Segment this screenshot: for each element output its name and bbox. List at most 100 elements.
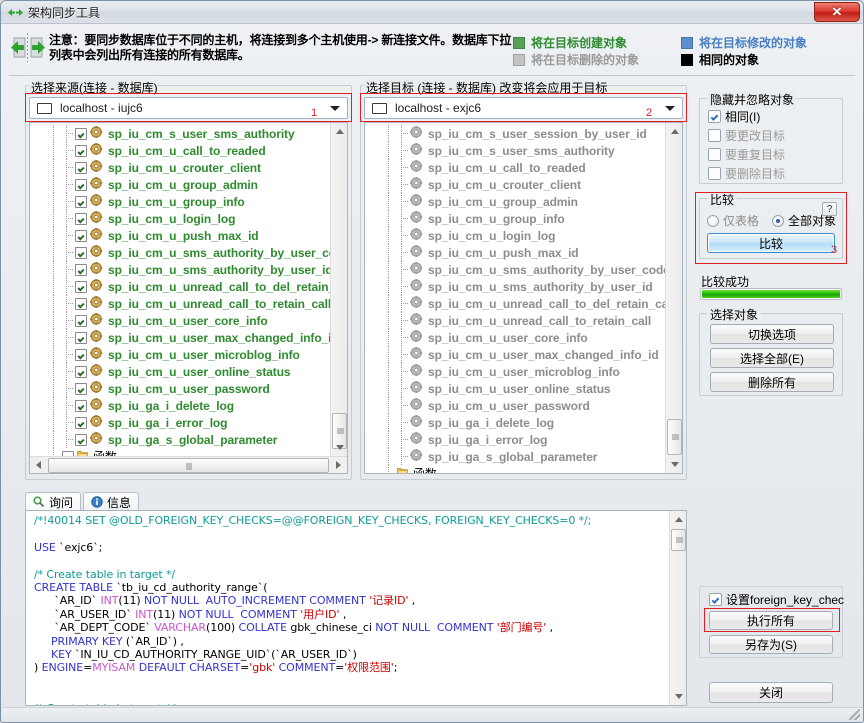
tree-item[interactable]: sp_iu_ga_i_delete_log [30,397,330,414]
tree-item-checkbox[interactable] [75,280,87,293]
source-tree-items[interactable]: sp_iu_cm_s_user_sms_authority sp_iu_cm_u_… [30,123,330,473]
resize-grip[interactable] [849,709,860,720]
target-vertical-scrollbar[interactable] [665,123,682,473]
tree-item[interactable]: sp_iu_cm_u_login_log [365,227,665,244]
tree-item[interactable]: sp_iu_cm_u_user_max_changed_info_id [365,346,665,363]
radio-all-objects-box[interactable] [772,214,785,227]
tree-item[interactable]: sp_iu_cm_u_user_microblog_info [365,363,665,380]
source-tree[interactable]: sp_iu_cm_s_user_sms_authority sp_iu_cm_u_… [29,122,348,474]
tree-item[interactable]: sp_iu_cm_u_unread_call_to_del_retain_cal… [365,295,665,312]
sql-code[interactable]: /*!40014 SET @OLD_FOREIGN_KEY_CHECKS=@@F… [26,511,669,705]
tree-item-checkbox[interactable] [75,246,87,259]
target-tree-items[interactable]: sp_iu_cm_s_user_session_by_user_id sp_iu_… [365,123,665,473]
chevron-down-icon[interactable] [665,105,675,111]
checkbox-delete-target[interactable]: 要删除目标 [700,164,842,182]
tree-item[interactable]: sp_iu_cm_u_group_admin [365,193,665,210]
tree-item[interactable]: sp_iu_cm_u_unread_call_to_retain_call [365,312,665,329]
tree-item-checkbox[interactable] [75,212,87,225]
tree-item[interactable]: sp_iu_ga_i_delete_log [365,414,665,431]
tree-item[interactable]: sp_iu_cm_u_login_log [30,210,330,227]
tree-item-checkbox[interactable] [75,382,87,395]
tree-item[interactable]: sp_iu_cm_u_unread_call_to_retain_call [30,295,330,312]
tree-item-checkbox[interactable] [75,348,87,361]
scroll-left-icon[interactable] [30,457,47,474]
tree-item-checkbox[interactable] [75,127,87,140]
tree-item[interactable]: sp_iu_cm_u_user_core_info [30,312,330,329]
tree-item[interactable]: sp_iu_cm_u_user_password [365,397,665,414]
tree-item[interactable]: 函数 [365,465,665,473]
tree-item[interactable]: sp_iu_cm_u_push_max_id [30,227,330,244]
tree-item-checkbox[interactable] [75,195,87,208]
fk-checks-checkbox[interactable]: 设置foreign_key_checks = 0 [701,590,844,608]
source-horizontal-scrollbar[interactable] [30,456,347,473]
tree-item[interactable]: sp_iu_cm_s_user_session_by_user_id [365,125,665,142]
compare-button[interactable]: 比较 [707,233,835,253]
tab-info[interactable]: 信息 [83,492,140,511]
tree-item[interactable]: sp_iu_ga_s_global_parameter [30,431,330,448]
scroll-up-icon[interactable] [666,123,682,140]
tree-item[interactable]: sp_iu_cm_u_call_to_readed [30,142,330,159]
tree-item[interactable]: sp_iu_cm_u_sms_authority_by_user_id [30,261,330,278]
tree-item-checkbox[interactable] [75,178,87,191]
tree-item[interactable]: sp_iu_cm_u_user_online_status [30,363,330,380]
source-database-combo[interactable]: localhost - iujc6 [29,97,348,119]
tree-item[interactable]: sp_iu_cm_u_sms_authority_by_user_id [365,278,665,295]
tree-item[interactable]: sp_iu_cm_u_crouter_client [30,159,330,176]
tab-query[interactable]: 询问 [25,492,82,511]
scroll-up-icon[interactable] [670,511,686,528]
tree-item[interactable]: sp_iu_cm_s_user_sms_authority [30,125,330,142]
checkbox-delete-target-box[interactable] [708,166,721,180]
scroll-up-icon[interactable] [331,123,347,140]
target-scroll-thumb[interactable] [667,419,682,455]
tree-item[interactable]: sp_iu_cm_u_group_admin [30,176,330,193]
radio-tables-only-box[interactable] [707,214,719,227]
chevron-down-icon[interactable] [330,105,340,111]
tree-item-checkbox[interactable] [75,365,87,378]
sql-scroll-thumb[interactable] [671,529,686,551]
source-hscroll-thumb[interactable] [48,457,329,473]
checkbox-same-box[interactable] [708,109,721,123]
tree-item-checkbox[interactable] [75,263,87,276]
tree-item[interactable]: sp_iu_cm_u_group_info [30,193,330,210]
tree-item[interactable]: sp_iu_cm_u_sms_authority_by_user_code [365,261,665,278]
sql-editor[interactable]: /*!40014 SET @OLD_FOREIGN_KEY_CHECKS=@@F… [25,510,687,706]
help-button[interactable]: ? [822,202,837,216]
tree-item[interactable]: sp_iu_ga_s_global_parameter [365,448,665,465]
tree-item[interactable]: sp_iu_cm_u_push_max_id [365,244,665,261]
tree-item[interactable]: sp_iu_cm_u_unread_call_to_del_retain_cal… [30,278,330,295]
tree-item[interactable]: sp_iu_cm_u_crouter_client [365,176,665,193]
checkbox-duplicate-target[interactable]: 要重复目标 [700,145,842,163]
scroll-down-icon[interactable] [666,456,682,473]
tree-item[interactable]: sp_iu_cm_s_user_sms_authority [365,142,665,159]
select-all-button[interactable]: 选择全部(E) [710,348,834,368]
save-as-button[interactable]: 另存为(S) [709,635,833,654]
tree-item-checkbox[interactable] [75,416,87,429]
sql-vertical-scrollbar[interactable] [669,511,686,705]
tree-item[interactable]: sp_iu_cm_u_call_to_readed [365,159,665,176]
tree-item[interactable]: sp_iu_cm_u_user_microblog_info [30,346,330,363]
checkbox-modify-target[interactable]: 要更改目标 [700,126,842,144]
tree-item-checkbox[interactable] [75,297,87,310]
tree-item[interactable]: sp_iu_cm_u_user_core_info [365,329,665,346]
tree-item-checkbox[interactable] [75,399,87,412]
tree-item-checkbox[interactable] [75,314,87,327]
tree-item-checkbox[interactable] [75,161,87,174]
checkbox-modify-target-box[interactable] [708,128,721,142]
delete-all-button[interactable]: 删除所有 [710,372,834,392]
checkbox-same[interactable]: 相同(I) [700,107,842,125]
fk-checks-checkbox-box[interactable] [709,592,722,606]
toggle-selection-button[interactable]: 切换选项 [710,324,834,344]
tree-item-checkbox[interactable] [75,433,87,446]
tree-item[interactable]: sp_iu_cm_u_sms_authority_by_user_code [30,244,330,261]
tree-item-checkbox[interactable] [75,144,87,157]
tree-item[interactable]: sp_iu_cm_u_user_online_status [365,380,665,397]
scroll-right-icon[interactable] [330,457,347,474]
tree-item-checkbox[interactable] [75,229,87,242]
execute-all-button[interactable]: 执行所有 [709,611,833,630]
tree-item[interactable]: sp_iu_ga_i_error_log [365,431,665,448]
checkbox-duplicate-target-box[interactable] [708,147,721,161]
tree-item[interactable]: sp_iu_cm_u_user_max_changed_info_id [30,329,330,346]
close-button[interactable]: ✕ [814,2,860,22]
tree-item[interactable]: sp_iu_ga_i_error_log [30,414,330,431]
scroll-down-icon[interactable] [331,439,347,456]
